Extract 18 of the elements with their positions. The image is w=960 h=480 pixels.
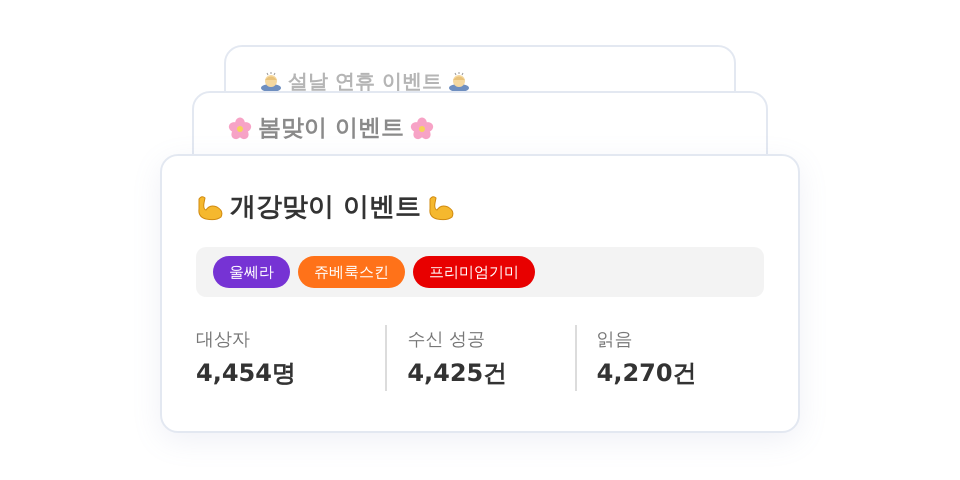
tag: 프리미엄기미 [413,256,535,288]
flexed-arm-icon [427,194,456,221]
bowing-person-icon [448,70,470,92]
event-title: 설날 연휴 이벤트 [288,69,442,93]
stat-value: 4,454명 [196,358,297,390]
stat-value: 4,425건 [407,358,508,390]
flower-icon [410,116,434,141]
stat-value: 4,270건 [596,358,698,390]
event-title: 개강맞이 이벤트 [230,192,422,224]
stat-label: 대상자 [196,328,251,352]
stat-label: 수신 성공 [407,328,486,352]
tag: 울쎄라 [213,256,290,288]
flower-icon [228,116,252,141]
event-title: 봄맞이 이벤트 [258,115,404,143]
flexed-arm-icon [196,194,224,221]
tag: 쥬베룩스킨 [298,256,405,288]
bowing-person-icon [260,70,282,92]
stat-label: 읽음 [596,328,634,352]
